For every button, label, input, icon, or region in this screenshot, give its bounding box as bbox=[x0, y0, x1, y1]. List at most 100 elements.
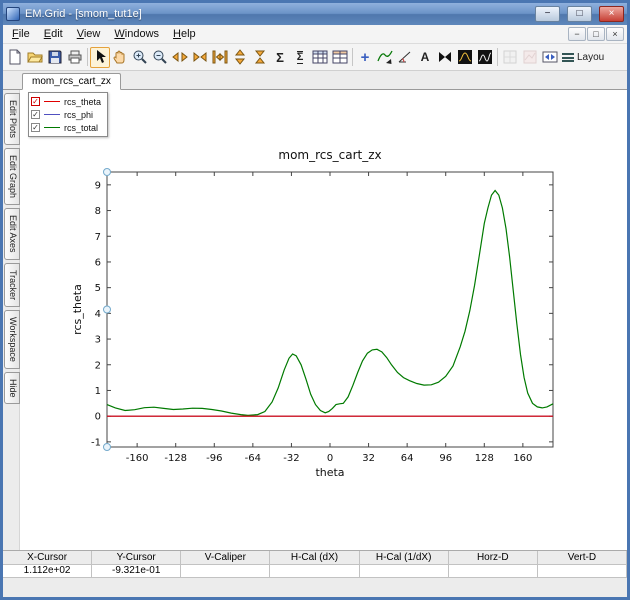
horizontal-range-icon[interactable] bbox=[540, 47, 560, 68]
data-table-icon[interactable] bbox=[310, 47, 330, 68]
status-header-row: X-Cursor Y-Cursor V-Caliper H-Cal (dX) H… bbox=[3, 551, 627, 565]
svg-text:3: 3 bbox=[95, 335, 101, 346]
pointer-icon[interactable] bbox=[90, 46, 110, 68]
svg-text:-32: -32 bbox=[283, 453, 299, 464]
tab-mom-rcs-cart-zx[interactable]: mom_rcs_cart_zx bbox=[22, 73, 121, 90]
plot-legend: ✓ rcs_theta ✓ rcs_phi ✓ rcs_total bbox=[28, 92, 109, 137]
svg-text:-64: -64 bbox=[245, 453, 261, 464]
app-window: EM.Grid - [smom_tut1e] − □ × File Edit V… bbox=[0, 0, 630, 600]
shrink-x-axis-icon[interactable] bbox=[190, 47, 210, 68]
layout-lines-icon bbox=[562, 52, 574, 62]
menu-view[interactable]: View bbox=[70, 26, 108, 42]
shrink-y-axis-icon[interactable] bbox=[250, 47, 270, 68]
data-table-color-icon[interactable] bbox=[330, 47, 350, 68]
status-col-vert-d: Vert-D bbox=[537, 551, 627, 565]
disabled-marker-icon bbox=[520, 47, 540, 68]
bottom-strip bbox=[3, 578, 627, 597]
sum-icon[interactable]: Σ bbox=[270, 47, 290, 68]
minimize-button[interactable]: − bbox=[535, 6, 560, 22]
mdi-close-button[interactable]: × bbox=[606, 27, 624, 41]
full-x-axis-icon[interactable] bbox=[210, 47, 230, 68]
crosshair-icon[interactable]: + bbox=[355, 47, 375, 68]
layout-button[interactable]: Layou bbox=[562, 52, 604, 63]
status-col-y-cursor: Y-Cursor bbox=[92, 551, 182, 565]
legend-label-rcs-phi: rcs_phi bbox=[64, 109, 94, 120]
status-col-x-cursor: X-Cursor bbox=[3, 551, 93, 565]
status-table: X-Cursor Y-Cursor V-Caliper H-Cal (dX) H… bbox=[3, 550, 627, 578]
sidebar-item-workspace[interactable]: Workspace bbox=[4, 309, 20, 369]
status-col-horz-d: Horz-D bbox=[448, 551, 538, 565]
checkbox-rcs-total[interactable]: ✓ bbox=[31, 123, 40, 132]
new-document-icon[interactable] bbox=[5, 47, 25, 68]
line-sample-rcs-phi bbox=[44, 114, 60, 115]
status-value-h-cal-dx bbox=[270, 564, 360, 578]
sidebar-tabs: Edit Plots Edit Graph Edit Axes Tracker … bbox=[3, 90, 20, 550]
status-value-x-cursor: 1.112e+02 bbox=[3, 564, 93, 578]
svg-text:64: 64 bbox=[401, 453, 414, 464]
slope-icon[interactable] bbox=[395, 47, 415, 68]
close-button[interactable]: × bbox=[599, 6, 624, 22]
sidebar-item-edit-graph[interactable]: Edit Graph bbox=[4, 148, 20, 206]
expand-x-axis-icon[interactable] bbox=[170, 47, 190, 68]
svg-text:32: 32 bbox=[362, 453, 375, 464]
pan-hand-icon[interactable] bbox=[110, 47, 130, 68]
mdi-restore-button[interactable]: □ bbox=[587, 27, 605, 41]
svg-text:4: 4 bbox=[95, 309, 101, 320]
svg-text:2: 2 bbox=[95, 360, 101, 371]
sum-limits-icon[interactable]: Σ bbox=[290, 47, 310, 68]
title-bar: EM.Grid - [smom_tut1e] − □ × bbox=[3, 3, 627, 25]
maximize-button[interactable]: □ bbox=[567, 6, 592, 22]
menu-edit[interactable]: Edit bbox=[37, 26, 70, 42]
svg-text:-128: -128 bbox=[164, 453, 187, 464]
open-folder-icon[interactable] bbox=[25, 47, 45, 68]
svg-text:8: 8 bbox=[95, 206, 101, 217]
save-icon[interactable] bbox=[45, 47, 65, 68]
toolbar-separator bbox=[497, 48, 498, 66]
svg-text:rcs_theta: rcs_theta bbox=[71, 284, 84, 335]
window-title: EM.Grid - [smom_tut1e] bbox=[25, 8, 142, 20]
legend-label-rcs-theta: rcs_theta bbox=[64, 96, 102, 107]
toolbar: Σ Σ + A Layou bbox=[3, 44, 627, 71]
zoom-in-icon[interactable] bbox=[130, 47, 150, 68]
zoom-out-icon[interactable] bbox=[150, 47, 170, 68]
svg-text:0: 0 bbox=[95, 412, 101, 423]
tab-strip: mom_rcs_cart_zx bbox=[3, 71, 627, 90]
status-value-horz-d bbox=[448, 564, 538, 578]
plot-svg[interactable]: -160 -128 -96 -64 -32 0 32 64 96 128 160 -1 0 1 2 3 4 5 6 7… bbox=[20, 90, 627, 549]
svg-text:mom_rcs_cart_zx: mom_rcs_cart_zx bbox=[278, 148, 381, 162]
svg-text:9: 9 bbox=[95, 180, 101, 191]
sum-limits-glyph: Σ bbox=[296, 50, 304, 64]
disabled-grid-icon bbox=[500, 47, 520, 68]
legend-item[interactable]: ✓ rcs_theta bbox=[31, 95, 101, 108]
status-col-h-cal-dx: H-Cal (dX) bbox=[270, 551, 360, 565]
clip-region-icon[interactable] bbox=[435, 47, 455, 68]
mdi-controls: − □ × bbox=[568, 27, 627, 41]
checkbox-rcs-theta[interactable]: ✓ bbox=[31, 97, 40, 106]
sidebar-item-tracker[interactable]: Tracker bbox=[4, 262, 20, 307]
legend-item[interactable]: ✓ rcs_phi bbox=[31, 108, 101, 121]
menu-windows[interactable]: Windows bbox=[107, 26, 166, 42]
legend-item[interactable]: ✓ rcs_total bbox=[31, 121, 101, 134]
status-value-h-cal-1dx bbox=[359, 564, 449, 578]
app-icon bbox=[6, 7, 20, 21]
svg-text:7: 7 bbox=[95, 232, 101, 243]
sidebar-item-hide[interactable]: Hide bbox=[4, 371, 20, 405]
print-icon[interactable] bbox=[65, 47, 85, 68]
expand-y-axis-icon[interactable] bbox=[230, 47, 250, 68]
svg-text:-96: -96 bbox=[206, 453, 222, 464]
fft-window-alt-icon[interactable] bbox=[475, 47, 495, 68]
svg-text:1: 1 bbox=[95, 386, 101, 397]
line-sample-rcs-total bbox=[44, 127, 60, 128]
plot-canvas[interactable]: ✓ rcs_theta ✓ rcs_phi ✓ rcs_total -160 -1… bbox=[20, 90, 627, 550]
sidebar-item-edit-axes[interactable]: Edit Axes bbox=[4, 208, 20, 260]
svg-text:128: 128 bbox=[475, 453, 494, 464]
fft-window-icon[interactable] bbox=[455, 47, 475, 68]
curve-tracker-icon[interactable] bbox=[375, 47, 395, 68]
sidebar-item-edit-plots[interactable]: Edit Plots bbox=[4, 93, 20, 146]
mdi-minimize-button[interactable]: − bbox=[568, 27, 586, 41]
text-label-icon[interactable]: A bbox=[415, 47, 435, 68]
menu-bar: File Edit View Windows Help − □ × bbox=[3, 25, 627, 44]
checkbox-rcs-phi[interactable]: ✓ bbox=[31, 110, 40, 119]
menu-help[interactable]: Help bbox=[166, 26, 203, 42]
menu-file[interactable]: File bbox=[5, 26, 37, 42]
